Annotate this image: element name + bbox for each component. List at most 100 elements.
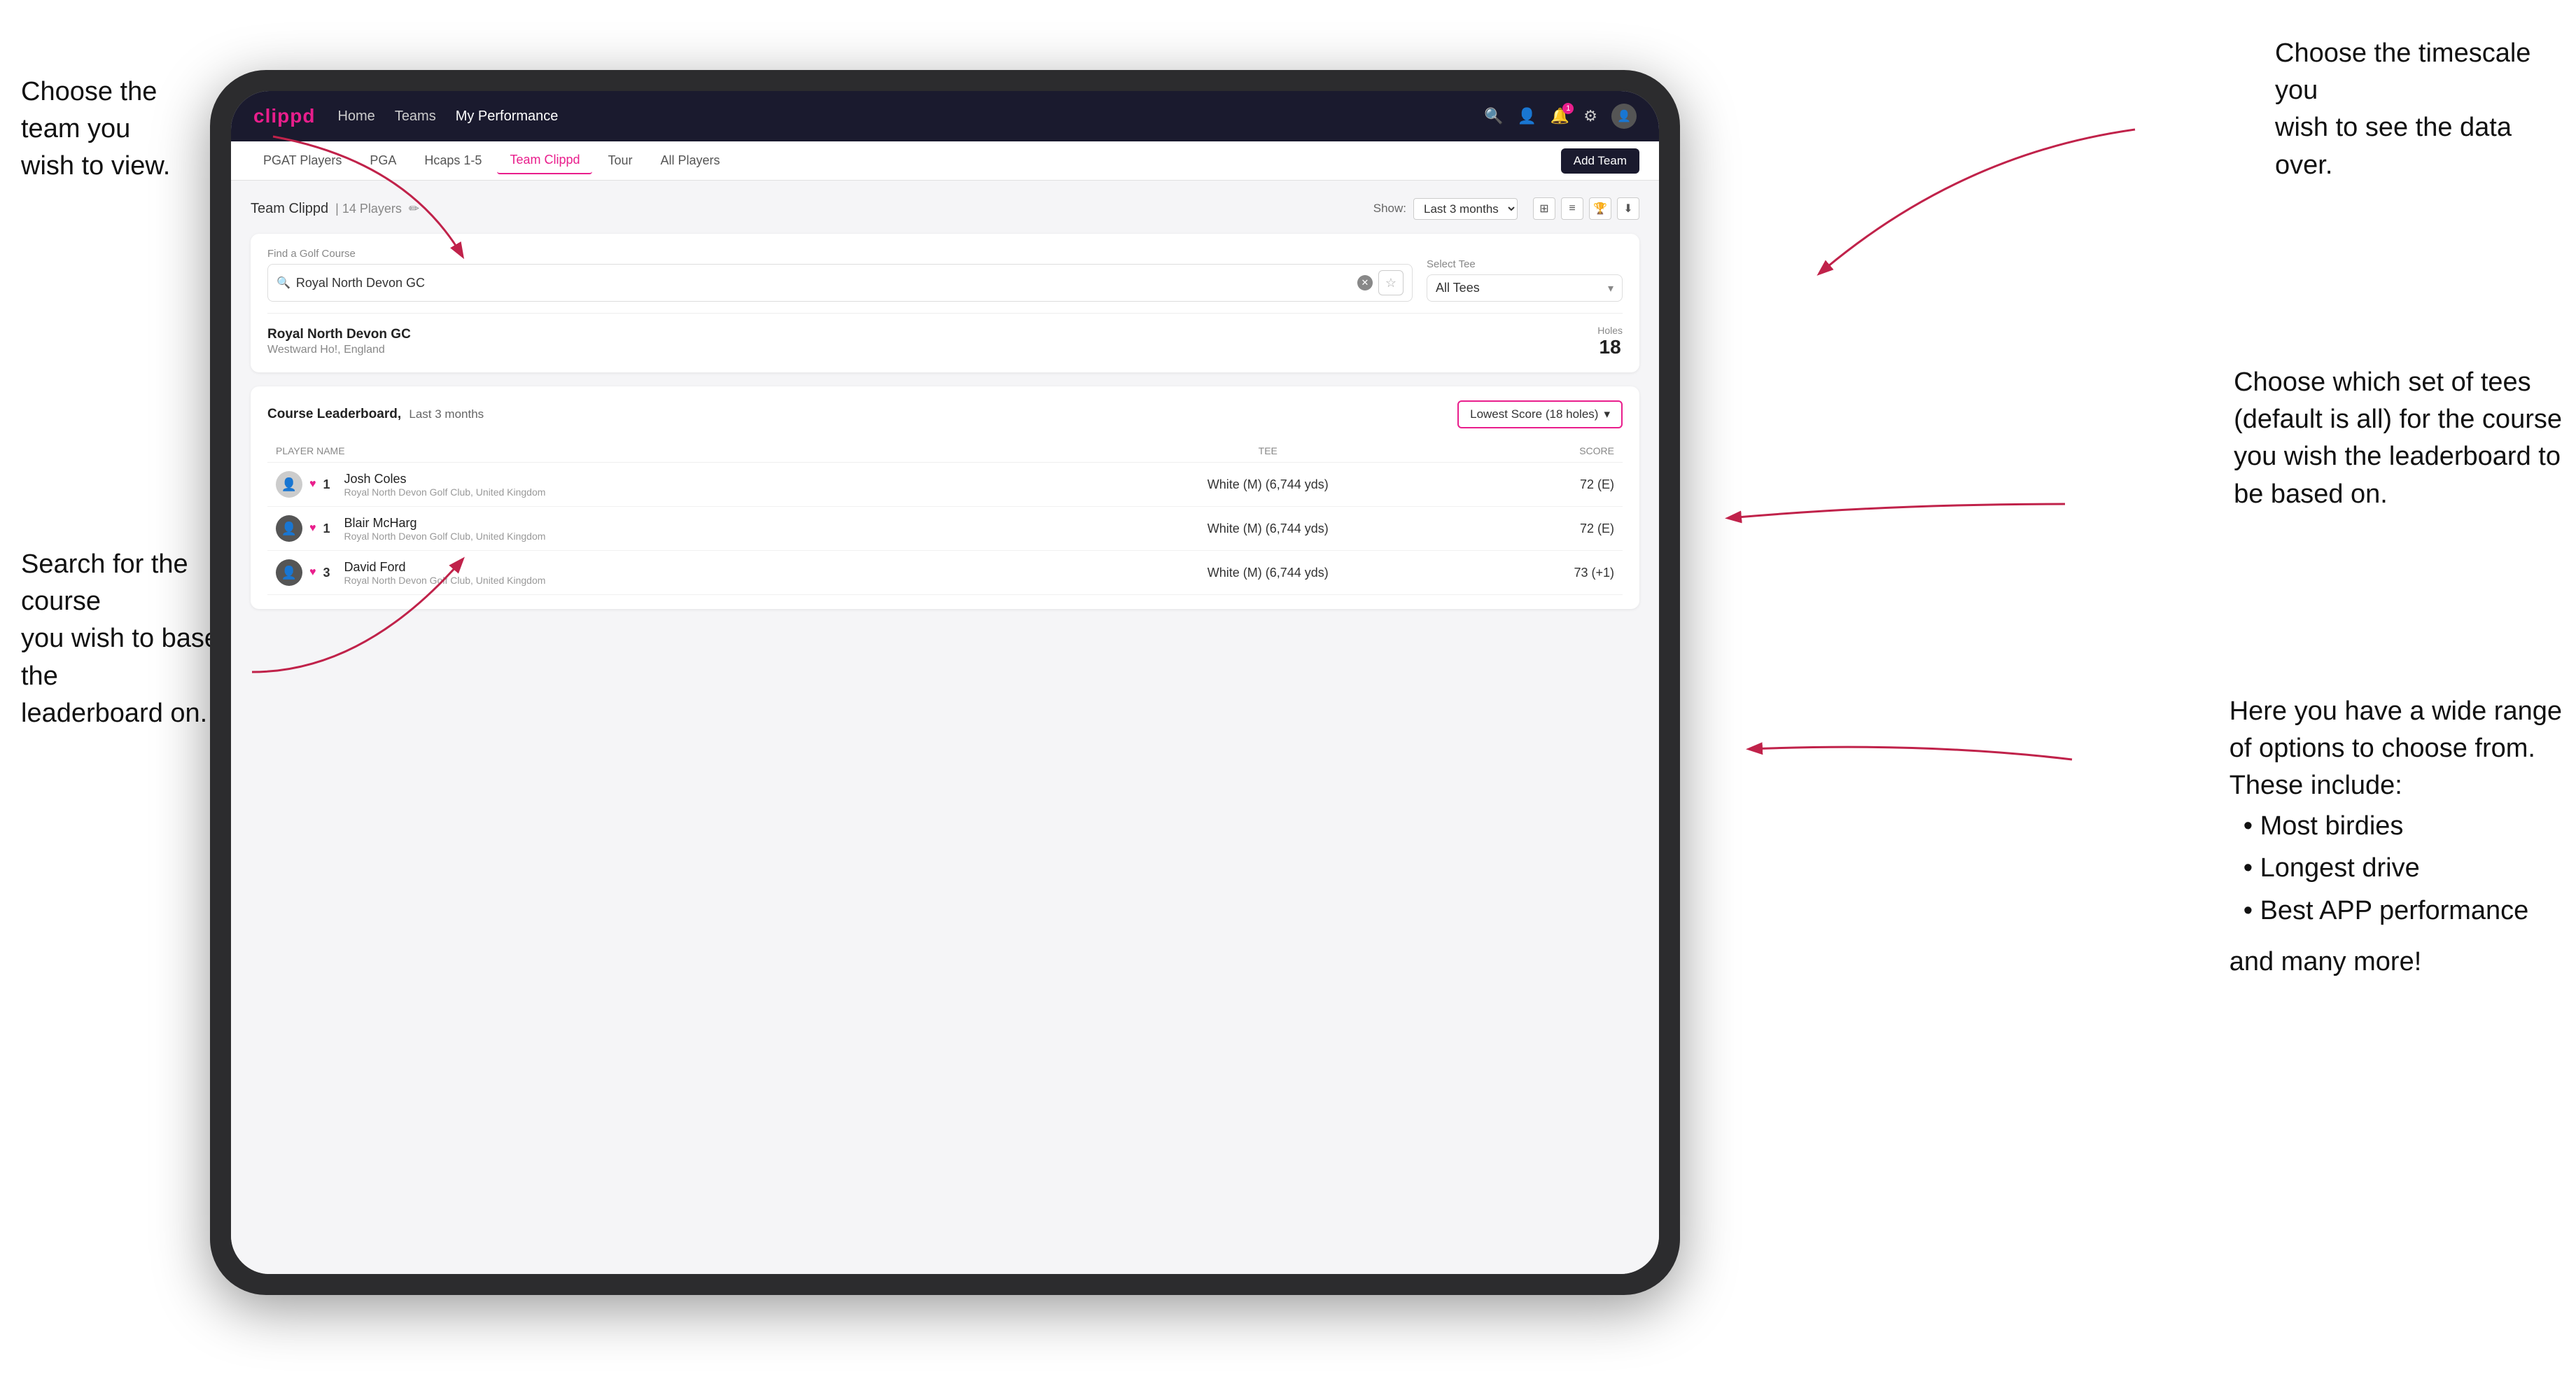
score-value: 73 (+1): [1574, 566, 1614, 580]
player-cell: 👤 ♥ 1 Josh Coles Royal North Devon Golf …: [267, 463, 1074, 507]
subnav-hcaps[interactable]: Hcaps 1-5: [412, 148, 494, 174]
tee-value: White (M) (6,744 yds): [1208, 522, 1329, 536]
score-type-button[interactable]: Lowest Score (18 holes) ▾: [1457, 400, 1623, 428]
score-value: 72 (E): [1580, 477, 1614, 491]
search-button[interactable]: 🔍: [1484, 107, 1503, 125]
team-header: Team Clippd | 14 Players ✏ Show: Last 3 …: [251, 197, 1639, 220]
tablet-frame: clippd Home Teams My Performance 🔍 👤 🔔 1…: [210, 70, 1680, 1295]
rank-number: 1: [323, 477, 337, 492]
player-count: | 14 Players: [335, 202, 402, 216]
search-icon: 🔍: [276, 276, 290, 290]
team-title: Team Clippd | 14 Players ✏: [251, 201, 419, 217]
player-club: Royal North Devon Golf Club, United King…: [344, 486, 546, 498]
edit-icon[interactable]: ✏: [409, 202, 419, 216]
profile-button[interactable]: 👤: [1517, 107, 1536, 125]
score-cell: 72 (E): [1462, 507, 1623, 551]
table-row: 👤 ♥ 1 Josh Coles Royal North Devon Golf …: [267, 463, 1623, 507]
trophy-view-button[interactable]: 🏆: [1589, 197, 1611, 220]
player-cell: 👤 ♥ 3 David Ford Royal North Devon Golf …: [267, 551, 1074, 595]
annotation-top-left: Choose the team you wish to view.: [21, 74, 217, 186]
subnav-pga[interactable]: PGA: [357, 148, 409, 174]
player-club: Royal North Devon Golf Club, United King…: [344, 575, 546, 586]
show-select[interactable]: Last 3 months Last month Last 6 months L…: [1413, 198, 1518, 220]
tablet-screen: clippd Home Teams My Performance 🔍 👤 🔔 1…: [231, 91, 1659, 1274]
annotation-bottom-right: Here you have a wide range of options to…: [2230, 693, 2562, 981]
app-logo: clippd: [253, 105, 315, 127]
course-search-input[interactable]: Royal North Devon GC: [296, 276, 1352, 290]
clear-search-button[interactable]: ✕: [1357, 275, 1373, 290]
col-tee: TEE: [1074, 440, 1462, 463]
bullet-item: Most birdies: [2244, 805, 2562, 848]
player-name: Josh Coles: [344, 472, 546, 486]
heart-icon: ♥: [309, 522, 316, 535]
find-course-label: Find a Golf Course: [267, 248, 1413, 260]
list-view-button[interactable]: ≡: [1561, 197, 1583, 220]
course-search-wrapper: 🔍 Royal North Devon GC ✕ ☆: [267, 264, 1413, 302]
tee-cell: White (M) (6,744 yds): [1074, 463, 1462, 507]
leaderboard-subtitle: Last 3 months: [409, 407, 484, 421]
score-value: 72 (E): [1580, 522, 1614, 536]
course-search-field: Find a Golf Course 🔍 Royal North Devon G…: [267, 248, 1413, 302]
score-cell: 72 (E): [1462, 463, 1623, 507]
player-club: Royal North Devon Golf Club, United King…: [344, 531, 546, 542]
heart-icon: ♥: [309, 566, 316, 579]
player-info: Josh Coles Royal North Devon Golf Club, …: [344, 472, 546, 498]
rank-number: 1: [323, 522, 337, 536]
leaderboard-header: Course Leaderboard, Last 3 months Lowest…: [267, 400, 1623, 428]
course-name: Royal North Devon GC: [267, 327, 411, 342]
add-team-button[interactable]: Add Team: [1561, 148, 1639, 174]
nav-teams[interactable]: Teams: [395, 108, 436, 125]
subnav-tour[interactable]: Tour: [595, 148, 645, 174]
favorite-button[interactable]: ☆: [1378, 270, 1404, 295]
holes-badge: Holes 18: [1597, 325, 1623, 358]
subnav-team-clippd[interactable]: Team Clippd: [497, 147, 592, 174]
annotation-mid-right: Choose which set of tees (default is all…: [2234, 364, 2562, 513]
leaderboard-card: Course Leaderboard, Last 3 months Lowest…: [251, 386, 1639, 609]
bullet-item: Best APP performance: [2244, 890, 2562, 932]
tee-cell: White (M) (6,744 yds): [1074, 507, 1462, 551]
tee-value: White (M) (6,744 yds): [1208, 566, 1329, 580]
main-content: Team Clippd | 14 Players ✏ Show: Last 3 …: [231, 181, 1659, 1274]
dropdown-chevron-icon: ▾: [1604, 407, 1610, 421]
leaderboard-title: Course Leaderboard, Last 3 months: [267, 407, 484, 422]
avatar: 👤: [276, 471, 302, 498]
search-row: Find a Golf Course 🔍 Royal North Devon G…: [267, 248, 1623, 302]
show-label: Show: Last 3 months Last month Last 6 mo…: [1373, 197, 1639, 220]
options-list: Most birdiesLongest driveBest APP perfor…: [2230, 805, 2562, 932]
course-result: Royal North Devon GC Westward Ho!, Engla…: [267, 313, 1623, 358]
tee-cell: White (M) (6,744 yds): [1074, 551, 1462, 595]
search-card: Find a Golf Course 🔍 Royal North Devon G…: [251, 234, 1639, 372]
tee-select-label: Select Tee: [1427, 258, 1623, 270]
notification-badge: 1: [1562, 103, 1574, 114]
subnav-pgat[interactable]: PGAT Players: [251, 148, 354, 174]
leaderboard-table: PLAYER NAME TEE SCORE 👤 ♥ 1 Josh Coles R…: [267, 440, 1623, 595]
col-player: PLAYER NAME: [267, 440, 1074, 463]
course-location: Westward Ho!, England: [267, 344, 411, 356]
chevron-down-icon: ▾: [1608, 281, 1614, 295]
sub-nav: PGAT Players PGA Hcaps 1-5 Team Clippd T…: [231, 141, 1659, 181]
nav-my-performance[interactable]: My Performance: [456, 108, 559, 125]
col-score: SCORE: [1462, 440, 1623, 463]
table-row: 👤 ♥ 3 David Ford Royal North Devon Golf …: [267, 551, 1623, 595]
download-button[interactable]: ⬇: [1617, 197, 1639, 220]
tee-select-value: All Tees: [1436, 281, 1602, 295]
player-cell: 👤 ♥ 1 Blair McHarg Royal North Devon Gol…: [267, 507, 1074, 551]
tee-select-field: Select Tee All Tees ▾: [1427, 258, 1623, 302]
settings-button[interactable]: ⚙: [1583, 107, 1597, 125]
tee-value: White (M) (6,744 yds): [1208, 477, 1329, 491]
table-row: 👤 ♥ 1 Blair McHarg Royal North Devon Gol…: [267, 507, 1623, 551]
subnav-all-players[interactable]: All Players: [648, 148, 733, 174]
player-info: David Ford Royal North Devon Golf Club, …: [344, 560, 546, 586]
holes-number: 18: [1597, 336, 1623, 358]
avatar-button[interactable]: 👤: [1611, 104, 1637, 129]
avatar: 👤: [276, 515, 302, 542]
player-name: David Ford: [344, 560, 546, 575]
nav-home[interactable]: Home: [337, 108, 374, 125]
heart-icon: ♥: [309, 478, 316, 491]
nav-icons: 🔍 👤 🔔 1 ⚙ 👤: [1484, 104, 1637, 129]
avatar: 👤: [276, 559, 302, 586]
score-cell: 73 (+1): [1462, 551, 1623, 595]
tee-select-wrapper[interactable]: All Tees ▾: [1427, 274, 1623, 302]
notifications-button[interactable]: 🔔 1: [1550, 107, 1569, 125]
grid-view-button[interactable]: ⊞: [1533, 197, 1555, 220]
